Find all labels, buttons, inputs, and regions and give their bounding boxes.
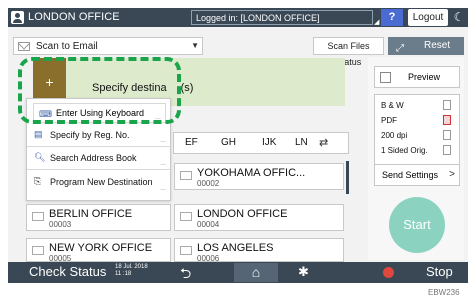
tab-ef[interactable]: EF [185,137,198,148]
address-entry[interactable]: YOKOHAMA OFFIC... 00002 [174,163,344,190]
logout-button[interactable]: Logout [408,9,448,26]
figure-code: EBW236 [428,288,460,297]
reset-icon: ⤢ [396,43,404,54]
chevron-down-icon: ▼ [191,41,199,50]
index-tabs: EF GH IJK LN ⇄ [173,132,349,154]
screen: LONDON OFFICE Logged in: [LONDON OFFICE]… [0,0,470,300]
resolution-icon [443,130,451,140]
top-bar: LONDON OFFICE Logged in: [LONDON OFFICE]… [8,8,468,27]
more-indicator: ... [160,137,166,144]
send-settings-label: Send Settings [382,170,439,180]
preview-label: Preview [408,72,441,82]
scan-files-status-button[interactable]: Scan Files Status [313,37,384,67]
color-mode-icon [443,100,451,110]
address-number: 00006 [197,254,220,262]
tab-ln[interactable]: LN [295,137,308,148]
envelope-icon [32,212,44,221]
preview-toggle[interactable]: Preview [374,66,460,88]
start-button[interactable]: Start [389,197,445,253]
user-icon [11,11,24,24]
menu-item-program-new-destination[interactable]: ⎘ Program New Destination ... [27,171,172,194]
home-icon[interactable]: ⌂ [234,263,278,282]
menu-item-specify-reg-no[interactable]: ▤ Specify by Reg. No. ... [27,124,172,147]
switch-title-icon[interactable]: ⇄ [319,136,328,149]
scan-mode-select[interactable]: Scan to Email ▼ [13,37,203,55]
address-entry[interactable]: LOS ANGELES 00006 [174,238,344,262]
address-name: BERLIN OFFICE [49,208,133,220]
resolution-setting: 200 dpi [381,131,408,140]
send-settings-button[interactable]: Send Settings > [374,164,460,186]
sides-icon [443,145,451,155]
address-name: LOS ANGELES [197,242,274,254]
tab-gh[interactable]: GH [221,137,236,148]
envelope-icon [180,246,192,255]
address-name: NEW YORK OFFICE [49,242,153,254]
file-type-setting: PDF [381,116,397,125]
envelope-icon [32,246,44,255]
reset-label: Reset [424,40,451,51]
address-number: 00002 [197,179,220,188]
envelope-icon [180,212,192,221]
reset-button[interactable]: ⤢ Reset [388,37,464,55]
time-text: 11 :18 [115,271,132,277]
address-name: YOKOHAMA OFFIC... [197,167,306,179]
color-mode-setting: B & W [381,101,404,110]
date-time: 18 Jul. 2018 11 :18 [115,264,148,278]
specify-destination-suffix: (s) [180,82,194,94]
address-entry[interactable]: LONDON OFFICE 00004 [174,204,344,231]
bottom-bar: Check Status 18 Jul. 2018 11 :18 ⮌ ⌂ ✱ S… [8,262,468,283]
preview-checkbox[interactable] [380,72,391,83]
more-indicator: ... [160,160,166,167]
search-icon: 🔍︎ [34,152,46,162]
stop-icon[interactable] [383,267,394,278]
menu-item-label: Program New Destination [50,177,153,187]
menu-item-label: Specify by Reg. No. [50,130,130,140]
more-indicator: ... [160,185,166,192]
address-entry[interactable]: NEW YORK OFFICE 00005 [26,238,171,262]
address-number: 00005 [49,254,72,262]
check-status-button[interactable]: Check Status [29,264,106,279]
address-name: LONDON OFFICE [197,208,288,220]
menu-item-search-address-book[interactable]: 🔍︎ Search Address Book ... [27,147,172,170]
back-icon[interactable]: ⮌ [180,263,191,287]
number-icon: ▤ [34,129,43,139]
scan-mode-label: Scan to Email [36,41,98,52]
user-name: LONDON OFFICE [28,11,120,23]
address-entry[interactable]: BERLIN OFFICE 00003 [26,204,171,231]
list-scrollbar[interactable] [346,161,349,194]
chevron-right-icon: > [449,169,455,180]
address-number: 00003 [49,220,72,229]
gear-icon[interactable]: ✱ [298,264,309,280]
program-icon: ⎘ [34,176,42,186]
envelope-icon [180,171,192,180]
date-text: 18 Jul. 2018 [115,264,148,270]
address-number: 00004 [197,220,220,229]
login-status: Logged in: [LONDON OFFICE] [191,10,373,25]
callout-highlight [18,57,181,124]
original-sides-setting: 1 Sided Orig. [381,146,428,155]
corner-mark-icon: ◢ [374,19,380,26]
help-button[interactable]: ? [381,9,403,26]
menu-item-label: Search Address Book [50,153,137,163]
stop-button[interactable]: Stop [426,264,453,279]
tab-ijk[interactable]: IJK [262,137,276,148]
envelope-icon [18,42,30,51]
energy-saver-icon[interactable]: ☾ [452,10,466,25]
pdf-icon [443,115,451,125]
